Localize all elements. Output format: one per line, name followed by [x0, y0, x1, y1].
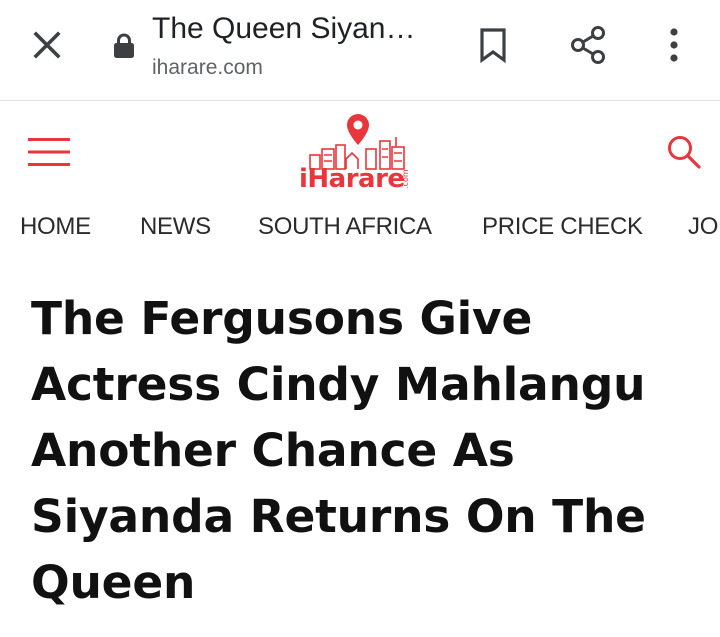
article-headline: The Fergusons Give Actress Cindy Mahlang… [31, 292, 646, 609]
more-vert-icon[interactable] [664, 26, 684, 64]
share-icon[interactable] [569, 25, 607, 65]
site-logo[interactable]: iHarare .com [296, 111, 420, 191]
logo-suffix: .com [401, 169, 410, 189]
nav-item-south-africa[interactable]: SOUTH AFRICA [258, 213, 432, 241]
close-icon[interactable] [30, 28, 64, 62]
lock-icon [114, 33, 134, 58]
nav-item-price-check[interactable]: PRICE CHECK [482, 213, 643, 241]
site-header: iHarare .com [0, 101, 720, 197]
page-title[interactable]: The Queen Siyan… [152, 12, 422, 46]
nav-item-home[interactable]: HOME [20, 213, 91, 241]
nav-item-news[interactable]: NEWS [140, 213, 211, 241]
page-url[interactable]: iharare.com [152, 56, 263, 80]
main-nav: HOME NEWS SOUTH AFRICA PRICE CHECK JO [0, 200, 720, 258]
search-icon[interactable] [666, 134, 702, 170]
logo-wordmark: iHarare [299, 164, 405, 191]
nav-item-jobs[interactable]: JO [688, 213, 718, 241]
browser-toolbar: The Queen Siyan… iharare.com [0, 0, 720, 101]
menu-icon[interactable] [28, 137, 70, 167]
bookmark-icon[interactable] [478, 27, 508, 63]
